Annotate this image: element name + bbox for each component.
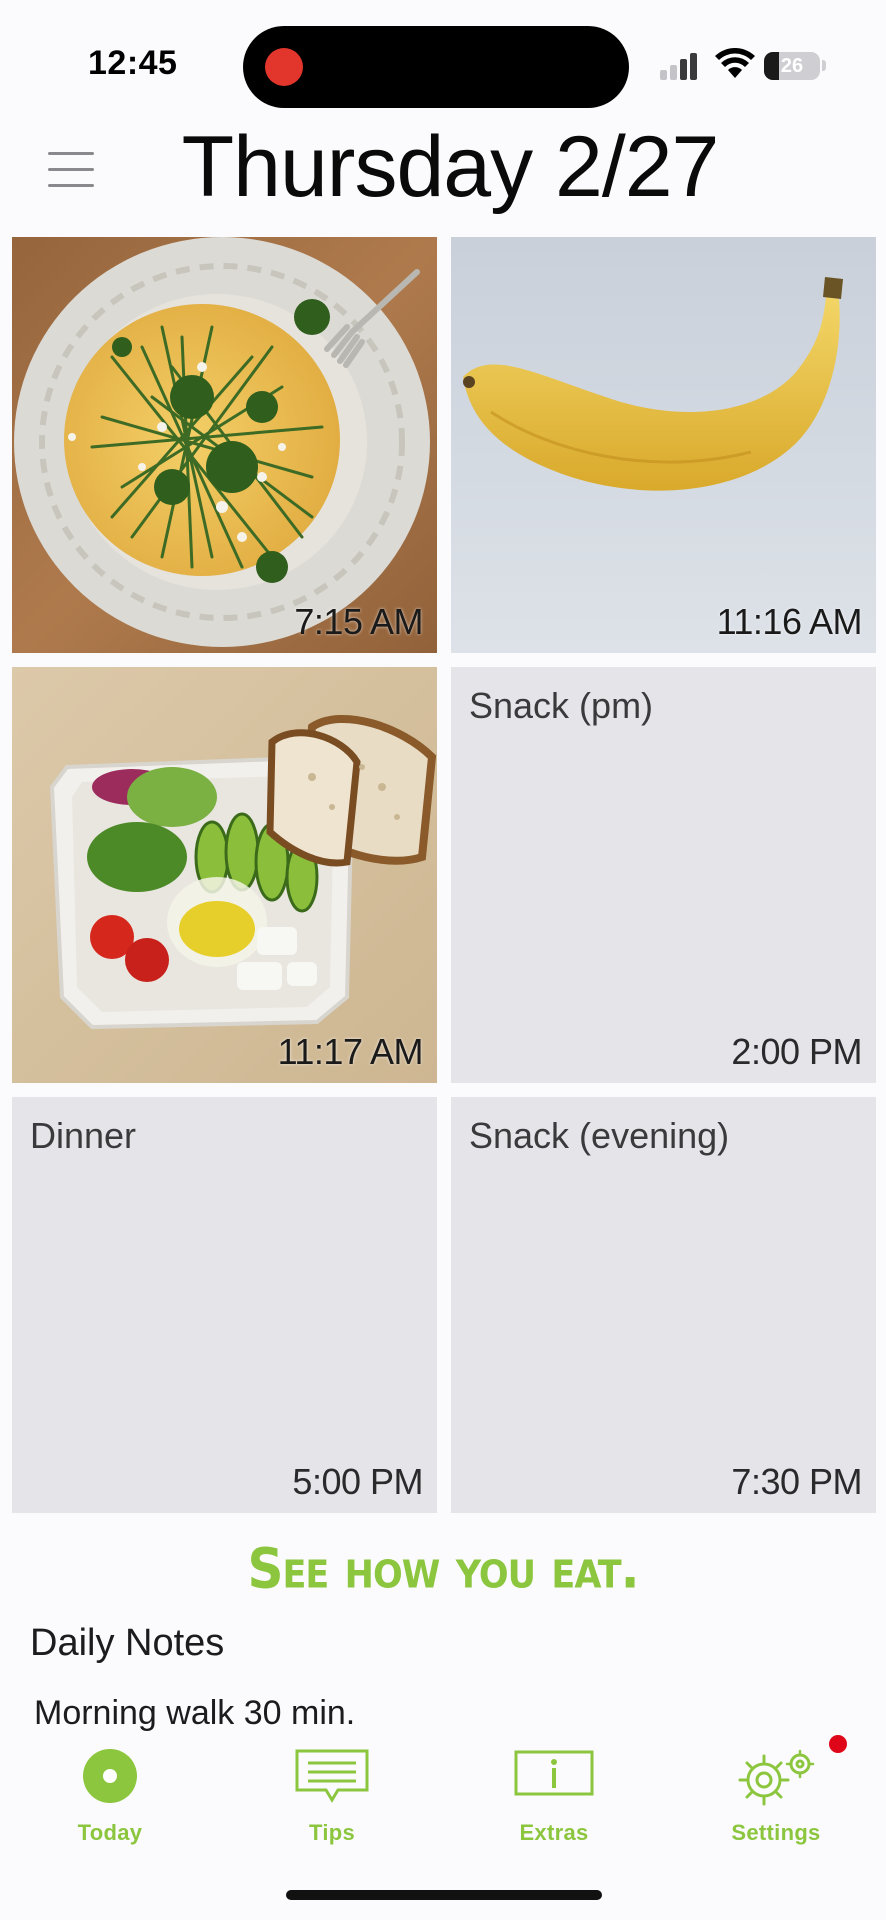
app-slogan: See how you eat. [247, 1537, 639, 1601]
meal-tile-breakfast[interactable]: 7:15 AM [12, 237, 437, 653]
meal-time: 2:00 PM [731, 1031, 862, 1072]
daily-notes-title: Daily Notes [30, 1622, 225, 1664]
recording-indicator-icon [265, 48, 303, 86]
dynamic-island [243, 26, 629, 108]
meal-time: 7:15 AM [294, 601, 423, 642]
tab-label: Today [77, 1820, 143, 1845]
meal-tile-snack-evening[interactable]: Snack (evening) 7:30 PM [451, 1097, 876, 1513]
tab-label: Tips [308, 1820, 356, 1845]
settings-notification-badge [829, 1735, 847, 1753]
meal-tile-morning-snack[interactable]: 11:16 AM [451, 237, 876, 653]
tab-settings[interactable]: Settings [686, 1748, 866, 1858]
tips-speech-bubble-icon [295, 1749, 369, 1803]
meal-label: Snack (pm) [469, 685, 654, 726]
settings-gears-icon [738, 1749, 815, 1806]
banana-photo [451, 237, 876, 653]
today-circle-icon [83, 1749, 137, 1803]
tab-tips[interactable]: Tips [242, 1748, 422, 1858]
status-time: 12:45 [88, 44, 178, 82]
wifi-icon [715, 48, 755, 78]
home-indicator[interactable] [286, 1890, 602, 1900]
battery-cap [822, 60, 826, 71]
meal-tile-snack-pm[interactable]: Snack (pm) 2:00 PM [451, 667, 876, 1083]
meal-label: Snack (evening) [469, 1115, 730, 1156]
meal-tile-lunch[interactable]: 11:17 AM [12, 667, 437, 1083]
tab-label: Extras [519, 1820, 589, 1845]
meal-tile-dinner[interactable]: Dinner 5:00 PM [12, 1097, 437, 1513]
tab-extras[interactable]: Extras [464, 1748, 644, 1858]
meal-time: 11:16 AM [716, 601, 863, 642]
tab-today[interactable]: Today [20, 1748, 200, 1858]
meal-time: 5:00 PM [292, 1461, 423, 1502]
cellular-signal-icon [660, 52, 704, 80]
battery-icon: 26 [764, 52, 820, 80]
tab-label: Settings [731, 1820, 821, 1845]
meal-time: 7:30 PM [731, 1461, 862, 1502]
meal-label: Dinner [30, 1115, 137, 1156]
status-bar: 12:45 26 [0, 0, 886, 120]
salad-photo [12, 667, 437, 1083]
hamburger-menu-icon[interactable] [48, 150, 98, 190]
page-title: Thursday 2/27 [181, 119, 720, 215]
battery-level: 26 [780, 55, 804, 77]
meal-time: 11:17 AM [277, 1031, 424, 1072]
omelet-photo [12, 237, 437, 653]
extras-info-icon [514, 1750, 594, 1796]
daily-notes-text[interactable]: Morning walk 30 min. [34, 1694, 634, 1734]
